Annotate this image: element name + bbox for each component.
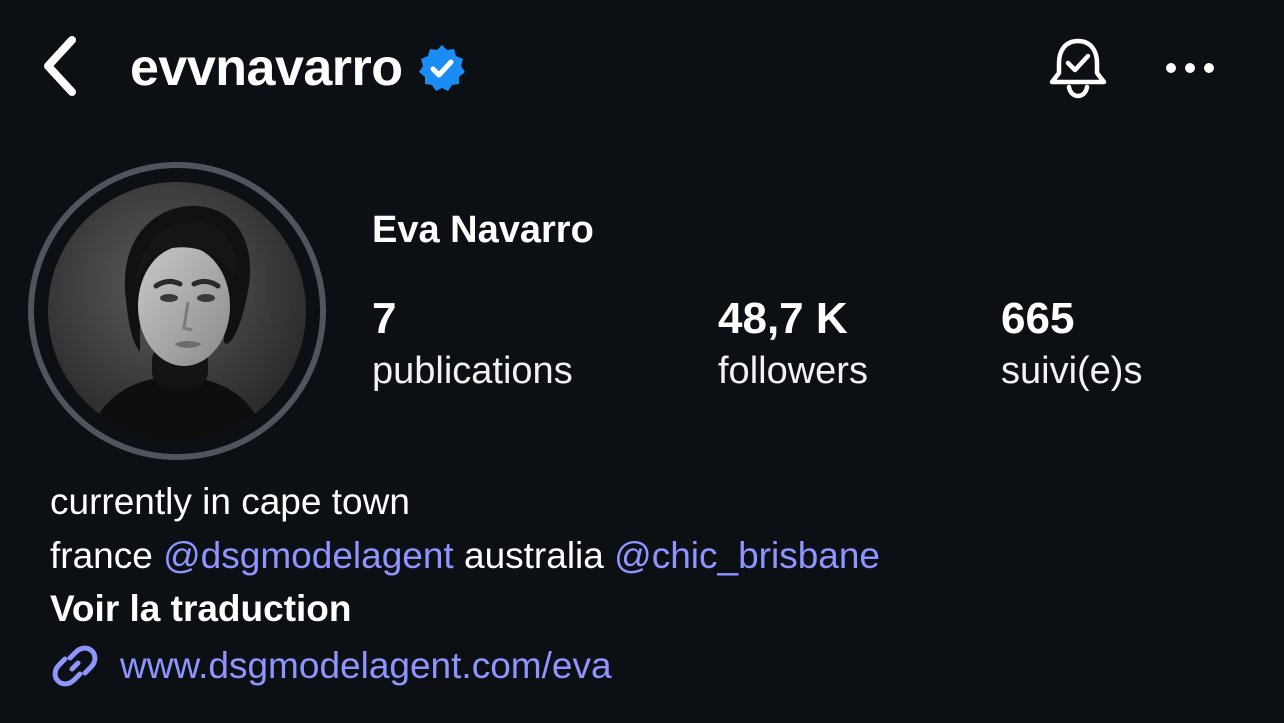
bio-text-france: france [50,535,164,576]
more-options-button[interactable] [1156,44,1224,92]
bio-line-2: france @dsgmodelagent australia @chic_br… [50,532,880,580]
avatar[interactable] [28,162,326,460]
profile-photo [48,182,306,440]
followers-label: followers [718,350,868,392]
mention-dsgmodelagent[interactable]: @dsgmodelagent [163,535,454,576]
bio-text-australia: australia [453,535,615,576]
display-name: Eva Navarro [372,209,594,251]
posts-count[interactable]: 7 publications [372,292,573,396]
following-label: suivi(e)s [1001,350,1143,392]
posts-value: 7 [372,294,397,343]
link-icon [52,645,98,687]
bell-check-icon [1049,38,1107,99]
website-link[interactable]: www.dsgmodelagent.com/eva [50,640,612,692]
following-count[interactable]: 665 suivi(e)s [1001,292,1142,396]
mention-chic-brisbane[interactable]: @chic_brisbane [614,535,880,576]
verified-badge-icon [418,45,465,91]
followers-value: 48,7 K [718,294,848,343]
username: evvnavarro [130,39,403,97]
more-horizontal-icon [1166,63,1214,73]
posts-label: publications [372,350,573,392]
following-value: 665 [1001,294,1075,343]
username-header: evvnavarro [130,36,467,100]
followers-count[interactable]: 48,7 K followers [718,292,868,396]
chevron-left-icon [44,36,76,96]
website-link-text: www.dsgmodelagent.com/eva [120,645,612,686]
back-button[interactable] [30,30,90,102]
see-translation-button[interactable]: Voir la traduction [50,585,352,633]
notifications-button[interactable] [1040,30,1116,106]
bio-line-1: currently in cape town [50,481,410,522]
